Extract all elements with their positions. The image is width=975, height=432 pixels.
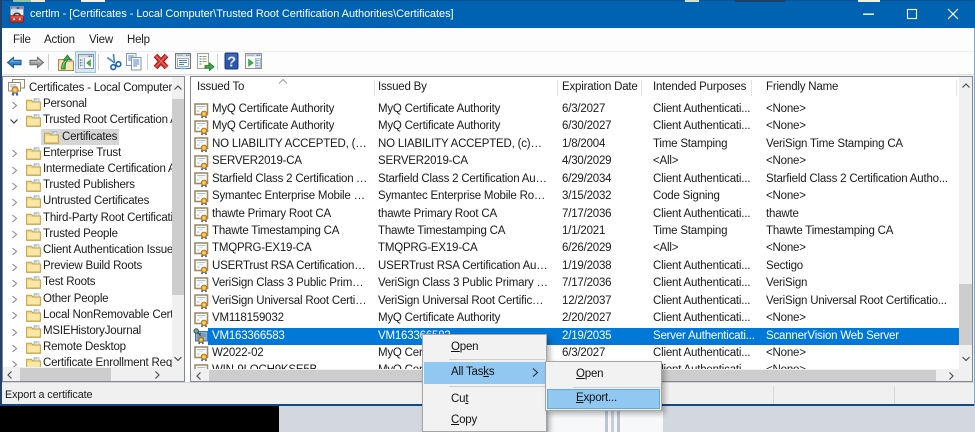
svg-text:?: ? (227, 55, 236, 71)
